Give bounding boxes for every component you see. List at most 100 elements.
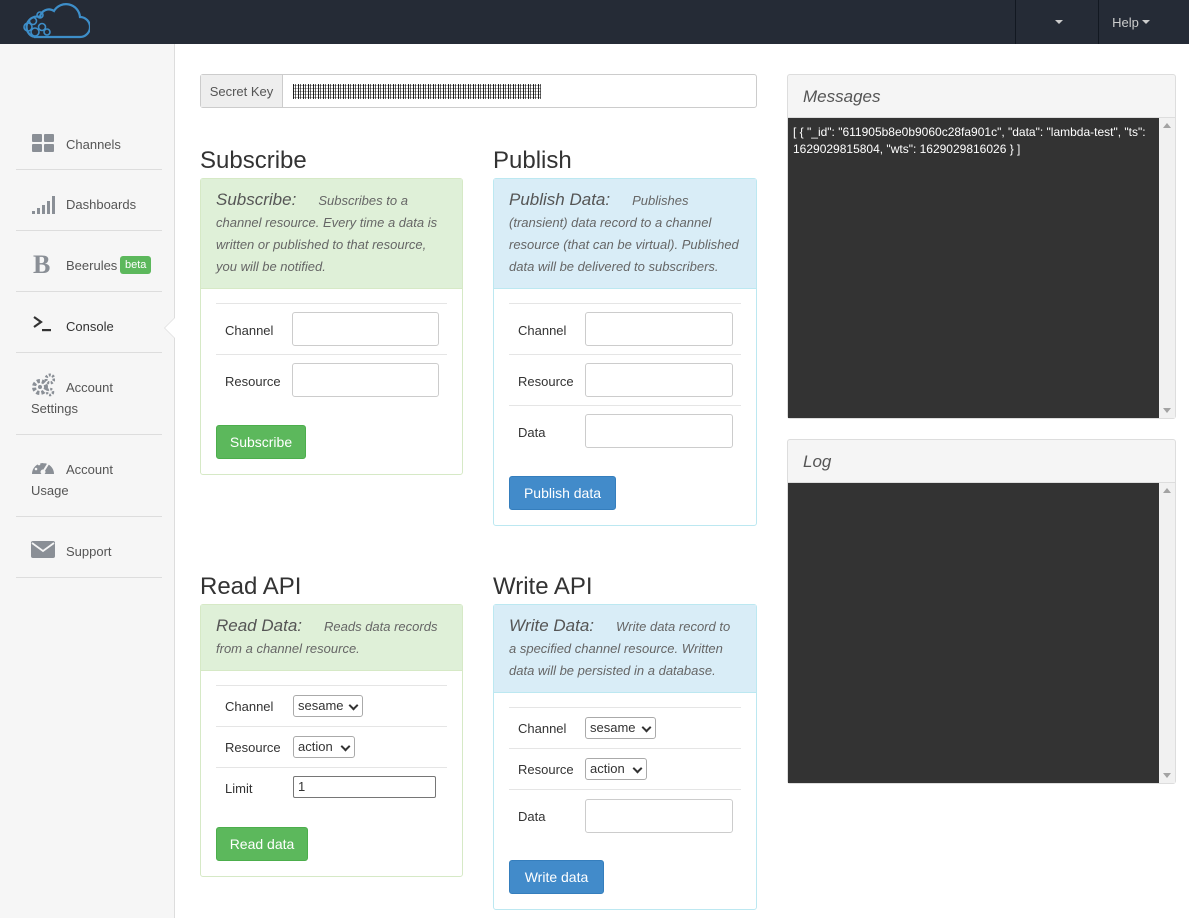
envelope-icon	[31, 541, 55, 558]
data-input[interactable]	[585, 799, 733, 833]
channel-input[interactable]	[292, 312, 439, 346]
channel-label: Channel	[225, 699, 274, 714]
write-api-panel-heading: Write Data: Write data record to a specif…	[494, 605, 756, 693]
chevron-down-icon	[632, 763, 643, 774]
publish-data-button[interactable]: Publish data	[509, 476, 616, 510]
panel-heading-title: Write Data:	[509, 616, 595, 635]
resource-label: Resource	[225, 740, 281, 755]
write-api-panel: Write Data: Write data record to a specif…	[493, 604, 757, 910]
grid-icon	[32, 134, 54, 152]
secret-key-label: Secret Key	[201, 75, 283, 107]
resource-label: Resource	[518, 762, 574, 777]
channel-label: Channel	[225, 323, 274, 338]
chevron-down-icon	[348, 700, 359, 711]
publish-section-title: Publish	[493, 147, 572, 174]
subscribe-panel: Subscribe: Subscribes to a channel resour…	[200, 178, 463, 475]
active-item-indicator	[165, 318, 175, 338]
form-row-resource: Resource action	[216, 726, 447, 767]
sidebar-item-label: Usage	[31, 483, 69, 498]
sidebar-item-label: Dashboards	[66, 197, 137, 212]
gears-icon	[32, 373, 55, 397]
sidebar-item-label: Settings	[31, 401, 78, 416]
messages-title: Messages	[788, 75, 1175, 118]
chevron-down-icon	[340, 741, 351, 752]
form-row-data: Data	[509, 405, 741, 456]
sidebar-item-support[interactable]: Support	[16, 517, 162, 578]
sidebar-item-label: Account	[66, 462, 113, 477]
data-label: Data	[518, 809, 546, 824]
messages-panel: Messages [ { "_id": "611905b8e0b9060c28f…	[787, 74, 1176, 419]
scroll-down-icon[interactable]	[1163, 773, 1171, 778]
scroll-up-icon[interactable]	[1163, 488, 1171, 493]
resource-input[interactable]	[585, 363, 733, 397]
top-navbar: Help	[0, 0, 1189, 44]
sidebar-item-channels[interactable]: Channels	[16, 124, 162, 170]
read-data-button[interactable]: Read data	[216, 827, 308, 861]
panel-heading-title: Subscribe:	[216, 190, 297, 209]
log-scrollbar[interactable]	[1159, 483, 1175, 783]
messages-output[interactable]: [ { "_id": "611905b8e0b9060c28fa901c", "…	[788, 118, 1159, 418]
publish-panel-heading: Publish Data: Publishes (transient) data …	[494, 179, 756, 289]
log-panel: Log	[787, 439, 1176, 784]
data-input[interactable]	[585, 414, 733, 448]
secret-key-input[interactable]	[283, 75, 756, 107]
data-label: Data	[518, 425, 546, 440]
write-data-button[interactable]: Write data	[509, 860, 604, 894]
sidebar-item-account-settings[interactable]: Account Settings	[16, 353, 162, 435]
resource-input[interactable]	[292, 363, 439, 397]
resource-label: Resource	[518, 374, 574, 389]
bold-b-icon: B	[33, 251, 50, 275]
limit-input[interactable]: 1	[293, 776, 436, 798]
sidebar-item-label: Console	[66, 319, 114, 334]
resource-select[interactable]: action	[293, 736, 355, 758]
form-row-resource: Resource	[216, 354, 447, 405]
subscribe-panel-heading: Subscribe: Subscribes to a channel resour…	[201, 179, 462, 289]
sidebar-item-label: Channels	[66, 137, 121, 152]
svg-text:B: B	[33, 251, 50, 275]
channel-select[interactable]: sesame	[293, 695, 363, 717]
signal-bars-icon	[32, 196, 55, 214]
log-output[interactable]	[788, 483, 1159, 783]
form-row-channel: Channel sesame	[216, 685, 447, 726]
sidebar: Channels Dashboards B Beerules beta Cons…	[0, 44, 175, 918]
resource-label: Resource	[225, 374, 281, 389]
caret-down-icon	[1054, 20, 1063, 24]
secret-key-group: Secret Key	[200, 74, 757, 108]
read-api-panel: Read Data: Reads data records from a chan…	[200, 604, 463, 877]
redacted-secret-value	[293, 84, 541, 99]
panel-heading-title: Read Data:	[216, 616, 302, 635]
subscribe-section-title: Subscribe	[200, 147, 307, 174]
resource-select[interactable]: action	[585, 758, 647, 780]
channel-label: Channel	[518, 323, 567, 338]
publish-panel: Publish Data: Publishes (transient) data …	[493, 178, 757, 526]
sidebar-item-label: Beerules	[66, 258, 118, 273]
messages-scrollbar[interactable]	[1159, 118, 1175, 418]
sidebar-item-account-usage[interactable]: Account Usage	[16, 435, 162, 517]
channel-label: Channel	[518, 721, 567, 736]
read-api-section-title: Read API	[200, 573, 302, 600]
read-api-panel-heading: Read Data: Reads data records from a chan…	[201, 605, 462, 671]
form-row-channel: Channel	[509, 303, 741, 354]
scroll-down-icon[interactable]	[1163, 408, 1171, 413]
write-api-section-title: Write API	[493, 573, 593, 600]
channel-select[interactable]: sesame	[585, 717, 656, 739]
help-menu-dropdown[interactable]: Help	[1099, 0, 1163, 44]
cloud-logo-icon[interactable]	[20, 3, 90, 39]
user-menu-dropdown[interactable]	[1016, 0, 1098, 44]
sidebar-item-label: Account	[66, 380, 113, 395]
log-title: Log	[788, 440, 1175, 483]
channel-input[interactable]	[585, 312, 733, 346]
sidebar-item-dashboards[interactable]: Dashboards	[16, 170, 162, 231]
form-row-limit: Limit 1	[216, 767, 447, 808]
help-label: Help	[1112, 14, 1139, 30]
scroll-up-icon[interactable]	[1163, 123, 1171, 128]
resource-select-value: action	[298, 739, 333, 754]
subscribe-button[interactable]: Subscribe	[216, 425, 306, 459]
panel-heading-title: Publish Data:	[509, 190, 611, 209]
sidebar-item-console[interactable]: Console	[16, 292, 162, 353]
form-row-channel: Channel sesame	[509, 707, 741, 748]
form-row-data: Data	[509, 789, 741, 840]
sidebar-item-beerules[interactable]: B Beerules beta	[16, 231, 162, 292]
channel-select-value: sesame	[590, 720, 636, 735]
resource-select-value: action	[590, 761, 625, 776]
